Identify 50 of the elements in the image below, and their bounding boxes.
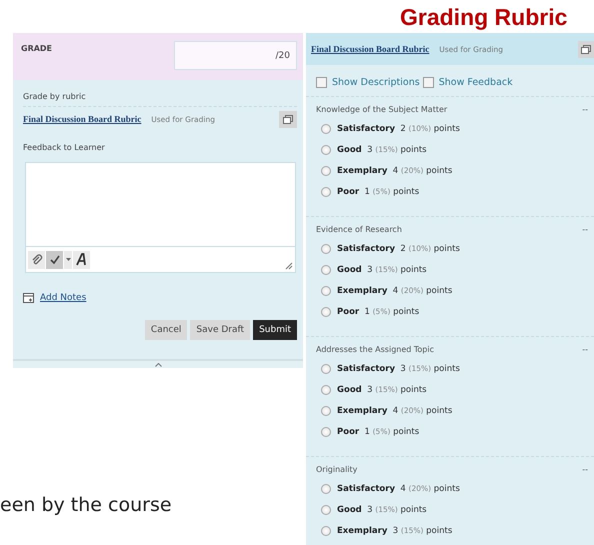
checkbox[interactable]: [422, 77, 434, 88]
windows-icon: [283, 114, 293, 124]
action-button[interactable]: Cancel: [144, 320, 188, 340]
radio-button[interactable]: [321, 505, 331, 516]
radio-button[interactable]: [321, 186, 331, 197]
rubric-link[interactable]: Final Discussion Board Rubric: [311, 44, 430, 54]
criterion-title: Originality: [316, 465, 358, 474]
paperclip-icon[interactable]: [28, 250, 45, 268]
slide-title: Grading Rubric: [400, 3, 568, 31]
radio-button[interactable]: [321, 244, 331, 254]
radio-button[interactable]: [321, 306, 331, 317]
radio-button[interactable]: [321, 124, 331, 134]
radio-button[interactable]: [321, 484, 331, 494]
checkbox-label[interactable]: Show Descriptions: [332, 77, 420, 88]
slide-text: een by the course: [0, 494, 172, 516]
radio-button[interactable]: [321, 364, 331, 374]
radio-button[interactable]: [321, 406, 331, 416]
submit-button[interactable]: Submit: [253, 320, 297, 340]
radio-button[interactable]: [321, 526, 331, 536]
radio-button[interactable]: [321, 385, 331, 396]
rubric-link[interactable]: Final Discussion Board Rubric: [23, 114, 142, 124]
collapse-toggle[interactable]: --: [582, 225, 588, 234]
spellcheck-icon[interactable]: [46, 250, 63, 268]
font-style-icon[interactable]: [73, 250, 90, 268]
collapse-bar[interactable]: [13, 359, 303, 368]
collapse-toggle[interactable]: --: [582, 465, 588, 474]
criterion-title: Evidence of Research: [316, 225, 402, 234]
popup-button[interactable]: [279, 110, 297, 128]
checkbox-label[interactable]: Show Feedback: [438, 77, 513, 88]
windows-icon: [581, 44, 591, 54]
add-notes-link[interactable]: Add Notes: [40, 293, 86, 303]
criterion-title: Knowledge of the Subject Matter: [316, 105, 448, 114]
resize-grip-icon[interactable]: [285, 262, 293, 270]
grade-label: GRADE: [21, 44, 52, 53]
action-button[interactable]: Save Draft: [190, 320, 250, 340]
grade-field[interactable]: /20: [174, 41, 297, 70]
caret-down-icon[interactable]: [64, 250, 72, 268]
notes-icon: [23, 293, 34, 303]
collapse-toggle[interactable]: --: [582, 345, 588, 354]
radio-button[interactable]: [321, 426, 331, 437]
grade-by-rubric-label: Grade by rubric: [23, 92, 297, 107]
criterion-title: Addresses the Assigned Topic: [316, 345, 434, 354]
radio-button[interactable]: [321, 286, 331, 296]
radio-button[interactable]: [321, 265, 331, 276]
radio-button[interactable]: [321, 166, 331, 176]
feedback-label: Feedback to Learner: [23, 143, 106, 152]
radio-button[interactable]: [321, 145, 331, 156]
popup-button[interactable]: [578, 40, 594, 58]
checkbox[interactable]: [316, 77, 327, 88]
collapse-toggle[interactable]: --: [582, 105, 588, 114]
